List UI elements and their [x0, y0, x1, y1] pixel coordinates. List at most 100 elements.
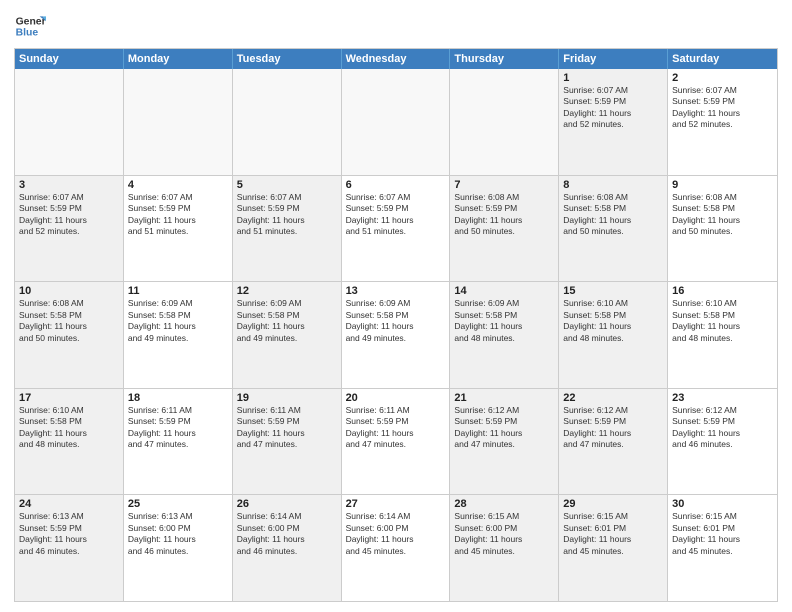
weekday-header: Monday	[124, 49, 233, 69]
day-info: Sunrise: 6:07 AM Sunset: 5:59 PM Dayligh…	[672, 85, 773, 131]
calendar-row: 24Sunrise: 6:13 AM Sunset: 5:59 PM Dayli…	[15, 494, 777, 601]
day-cell: 5Sunrise: 6:07 AM Sunset: 5:59 PM Daylig…	[233, 176, 342, 282]
day-info: Sunrise: 6:14 AM Sunset: 6:00 PM Dayligh…	[237, 511, 337, 557]
weekday-header: Tuesday	[233, 49, 342, 69]
day-cell: 1Sunrise: 6:07 AM Sunset: 5:59 PM Daylig…	[559, 69, 668, 175]
day-number: 30	[672, 498, 773, 510]
day-cell: 9Sunrise: 6:08 AM Sunset: 5:58 PM Daylig…	[668, 176, 777, 282]
day-number: 26	[237, 498, 337, 510]
day-info: Sunrise: 6:13 AM Sunset: 5:59 PM Dayligh…	[19, 511, 119, 557]
day-number: 7	[454, 179, 554, 191]
day-number: 13	[346, 285, 446, 297]
svg-text:Blue: Blue	[16, 28, 39, 39]
day-info: Sunrise: 6:11 AM Sunset: 5:59 PM Dayligh…	[237, 405, 337, 451]
day-cell: 26Sunrise: 6:14 AM Sunset: 6:00 PM Dayli…	[233, 495, 342, 601]
calendar-row: 17Sunrise: 6:10 AM Sunset: 5:58 PM Dayli…	[15, 388, 777, 495]
day-info: Sunrise: 6:11 AM Sunset: 5:59 PM Dayligh…	[128, 405, 228, 451]
day-number: 23	[672, 392, 773, 404]
day-info: Sunrise: 6:10 AM Sunset: 5:58 PM Dayligh…	[563, 298, 663, 344]
day-info: Sunrise: 6:15 AM Sunset: 6:00 PM Dayligh…	[454, 511, 554, 557]
day-info: Sunrise: 6:08 AM Sunset: 5:59 PM Dayligh…	[454, 192, 554, 238]
day-number: 19	[237, 392, 337, 404]
day-number: 21	[454, 392, 554, 404]
day-number: 29	[563, 498, 663, 510]
day-number: 3	[19, 179, 119, 191]
svg-text:General: General	[16, 16, 46, 27]
day-cell: 2Sunrise: 6:07 AM Sunset: 5:59 PM Daylig…	[668, 69, 777, 175]
weekday-header: Friday	[559, 49, 668, 69]
day-cell: 11Sunrise: 6:09 AM Sunset: 5:58 PM Dayli…	[124, 282, 233, 388]
weekday-header: Sunday	[15, 49, 124, 69]
day-cell: 17Sunrise: 6:10 AM Sunset: 5:58 PM Dayli…	[15, 389, 124, 495]
calendar-row: 10Sunrise: 6:08 AM Sunset: 5:58 PM Dayli…	[15, 281, 777, 388]
day-info: Sunrise: 6:07 AM Sunset: 5:59 PM Dayligh…	[19, 192, 119, 238]
day-info: Sunrise: 6:13 AM Sunset: 6:00 PM Dayligh…	[128, 511, 228, 557]
day-number: 22	[563, 392, 663, 404]
day-cell: 7Sunrise: 6:08 AM Sunset: 5:59 PM Daylig…	[450, 176, 559, 282]
empty-cell	[124, 69, 233, 175]
day-cell: 10Sunrise: 6:08 AM Sunset: 5:58 PM Dayli…	[15, 282, 124, 388]
day-number: 16	[672, 285, 773, 297]
day-cell: 24Sunrise: 6:13 AM Sunset: 5:59 PM Dayli…	[15, 495, 124, 601]
day-cell: 21Sunrise: 6:12 AM Sunset: 5:59 PM Dayli…	[450, 389, 559, 495]
day-info: Sunrise: 6:07 AM Sunset: 5:59 PM Dayligh…	[237, 192, 337, 238]
empty-cell	[233, 69, 342, 175]
calendar-body: 1Sunrise: 6:07 AM Sunset: 5:59 PM Daylig…	[15, 69, 777, 601]
day-number: 12	[237, 285, 337, 297]
day-cell: 27Sunrise: 6:14 AM Sunset: 6:00 PM Dayli…	[342, 495, 451, 601]
day-number: 6	[346, 179, 446, 191]
day-number: 2	[672, 72, 773, 84]
day-number: 8	[563, 179, 663, 191]
day-info: Sunrise: 6:09 AM Sunset: 5:58 PM Dayligh…	[237, 298, 337, 344]
day-info: Sunrise: 6:12 AM Sunset: 5:59 PM Dayligh…	[454, 405, 554, 451]
day-cell: 8Sunrise: 6:08 AM Sunset: 5:58 PM Daylig…	[559, 176, 668, 282]
empty-cell	[450, 69, 559, 175]
day-info: Sunrise: 6:12 AM Sunset: 5:59 PM Dayligh…	[672, 405, 773, 451]
day-number: 4	[128, 179, 228, 191]
day-cell: 30Sunrise: 6:15 AM Sunset: 6:01 PM Dayli…	[668, 495, 777, 601]
day-info: Sunrise: 6:12 AM Sunset: 5:59 PM Dayligh…	[563, 405, 663, 451]
empty-cell	[15, 69, 124, 175]
day-cell: 16Sunrise: 6:10 AM Sunset: 5:58 PM Dayli…	[668, 282, 777, 388]
page-header: General Blue	[14, 10, 778, 42]
day-info: Sunrise: 6:14 AM Sunset: 6:00 PM Dayligh…	[346, 511, 446, 557]
day-cell: 13Sunrise: 6:09 AM Sunset: 5:58 PM Dayli…	[342, 282, 451, 388]
day-number: 11	[128, 285, 228, 297]
day-cell: 22Sunrise: 6:12 AM Sunset: 5:59 PM Dayli…	[559, 389, 668, 495]
day-info: Sunrise: 6:09 AM Sunset: 5:58 PM Dayligh…	[454, 298, 554, 344]
day-number: 9	[672, 179, 773, 191]
day-cell: 29Sunrise: 6:15 AM Sunset: 6:01 PM Dayli…	[559, 495, 668, 601]
logo: General Blue	[14, 10, 46, 42]
logo-icon: General Blue	[14, 10, 46, 42]
calendar: SundayMondayTuesdayWednesdayThursdayFrid…	[14, 48, 778, 602]
day-cell: 15Sunrise: 6:10 AM Sunset: 5:58 PM Dayli…	[559, 282, 668, 388]
day-number: 28	[454, 498, 554, 510]
day-cell: 4Sunrise: 6:07 AM Sunset: 5:59 PM Daylig…	[124, 176, 233, 282]
weekday-header: Thursday	[450, 49, 559, 69]
day-number: 20	[346, 392, 446, 404]
day-info: Sunrise: 6:08 AM Sunset: 5:58 PM Dayligh…	[672, 192, 773, 238]
day-info: Sunrise: 6:15 AM Sunset: 6:01 PM Dayligh…	[563, 511, 663, 557]
day-info: Sunrise: 6:10 AM Sunset: 5:58 PM Dayligh…	[19, 405, 119, 451]
calendar-row: 1Sunrise: 6:07 AM Sunset: 5:59 PM Daylig…	[15, 69, 777, 175]
day-number: 25	[128, 498, 228, 510]
day-number: 14	[454, 285, 554, 297]
empty-cell	[342, 69, 451, 175]
day-info: Sunrise: 6:09 AM Sunset: 5:58 PM Dayligh…	[346, 298, 446, 344]
day-number: 5	[237, 179, 337, 191]
weekday-header: Wednesday	[342, 49, 451, 69]
day-number: 18	[128, 392, 228, 404]
day-cell: 25Sunrise: 6:13 AM Sunset: 6:00 PM Dayli…	[124, 495, 233, 601]
day-cell: 18Sunrise: 6:11 AM Sunset: 5:59 PM Dayli…	[124, 389, 233, 495]
day-number: 24	[19, 498, 119, 510]
day-info: Sunrise: 6:10 AM Sunset: 5:58 PM Dayligh…	[672, 298, 773, 344]
day-cell: 20Sunrise: 6:11 AM Sunset: 5:59 PM Dayli…	[342, 389, 451, 495]
day-info: Sunrise: 6:08 AM Sunset: 5:58 PM Dayligh…	[19, 298, 119, 344]
day-info: Sunrise: 6:08 AM Sunset: 5:58 PM Dayligh…	[563, 192, 663, 238]
day-cell: 14Sunrise: 6:09 AM Sunset: 5:58 PM Dayli…	[450, 282, 559, 388]
day-number: 17	[19, 392, 119, 404]
day-cell: 3Sunrise: 6:07 AM Sunset: 5:59 PM Daylig…	[15, 176, 124, 282]
day-number: 27	[346, 498, 446, 510]
day-info: Sunrise: 6:07 AM Sunset: 5:59 PM Dayligh…	[128, 192, 228, 238]
day-cell: 6Sunrise: 6:07 AM Sunset: 5:59 PM Daylig…	[342, 176, 451, 282]
